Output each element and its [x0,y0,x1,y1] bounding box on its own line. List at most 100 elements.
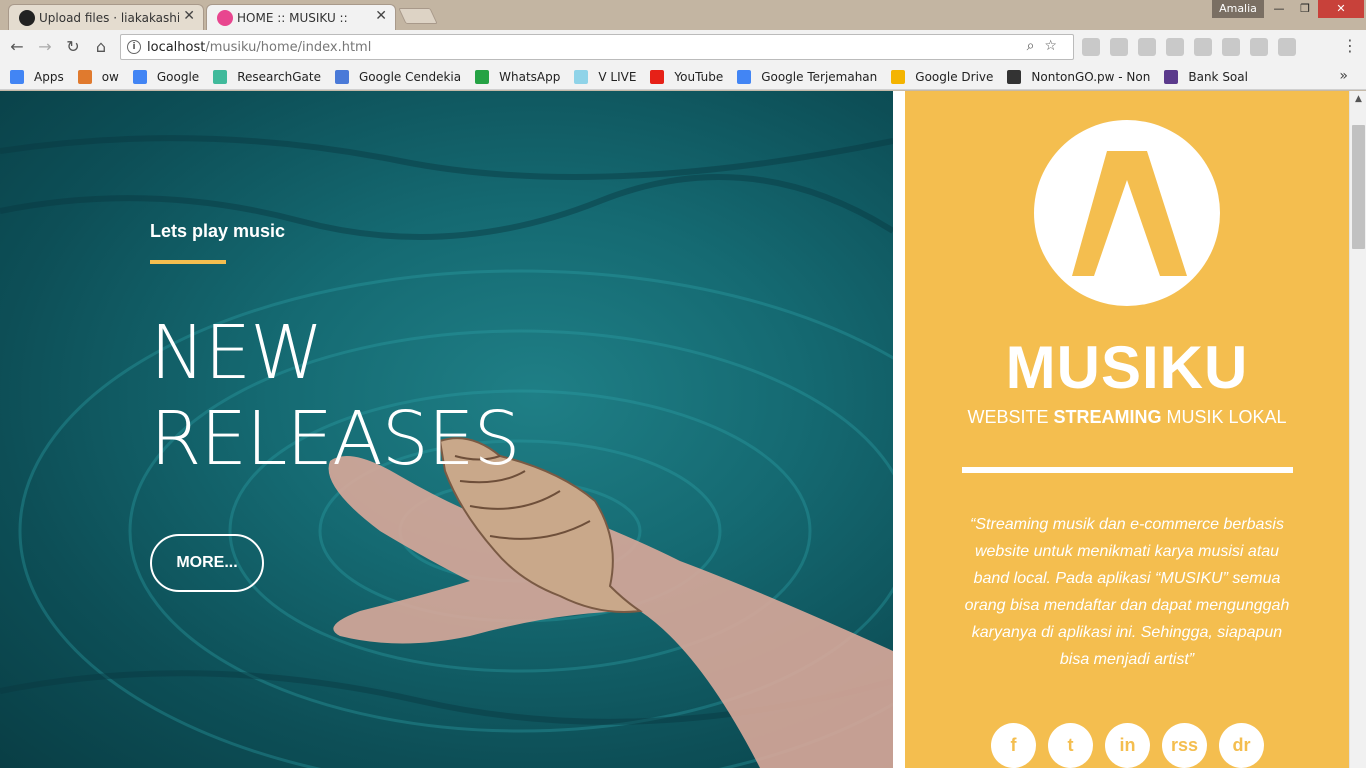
browser-toolbar: ← → ↻ ⌂ i localhost/musiku/home/index.ht… [0,30,1366,64]
extension-icons [1082,38,1296,56]
bookmark-label: Bank Soal [1188,69,1248,84]
bookmark-item[interactable]: Google [132,69,200,84]
brand-sidebar: MUSIKU WEBSITE STREAMING MUSIK LOKAL “St… [905,91,1349,768]
bookmark-item[interactable]: Google Cendekia [334,69,462,84]
tab-title: HOME :: MUSIKU :: [237,10,348,25]
bookmark-item[interactable]: ow [77,69,119,84]
rss-icon[interactable]: rss [1162,723,1207,768]
apps-grid-icon [10,69,24,84]
bookmark-item[interactable]: Bank Soal [1164,69,1248,84]
extension-icon[interactable] [1110,38,1128,56]
tab-musiku-home[interactable]: HOME :: MUSIKU :: ✕ [206,4,396,30]
back-icon[interactable]: ← [6,36,28,58]
tab-github-upload[interactable]: Upload files · liakakashi/A ✕ [8,4,204,30]
b-icon [1164,69,1179,84]
address-bar[interactable]: i localhost/musiku/home/index.html ⌕☆ [120,34,1074,60]
tagline-prefix: WEBSITE [967,407,1054,427]
bookmark-star-icon[interactable]: ⌕☆ [1027,38,1067,54]
sidebar-divider [962,467,1293,473]
window-close-button[interactable]: ✕ [1318,0,1364,18]
bookmark-item[interactable]: Apps [10,69,64,84]
scroll-thumb[interactable] [1352,125,1365,249]
bookmark-item[interactable]: NontonGO.pw - Non [1007,69,1151,84]
translate-icon [737,69,752,84]
browser-titlebar: Upload files · liakakashi/A ✕ HOME :: MU… [0,0,1366,30]
close-icon[interactable]: ✕ [375,8,387,24]
e-icon [77,69,92,84]
bookmark-label: ow [101,69,119,84]
more-bookmarks-icon[interactable]: » [1339,68,1348,84]
extension-icon[interactable] [1222,38,1240,56]
hero-content: Lets play music NEW RELEASES MORE... [150,221,520,592]
profile-button[interactable]: Amalia [1212,0,1264,18]
hero-section: Lets play music NEW RELEASES MORE... [0,91,893,768]
tagline-bold: STREAMING [1053,407,1162,427]
extension-icon[interactable] [1082,38,1100,56]
close-icon[interactable]: ✕ [183,8,195,24]
facebook-icon[interactable]: f [991,723,1036,768]
hero-title-line1: NEW [150,310,323,396]
info-icon[interactable]: i [127,40,141,54]
logo-a-icon [1072,151,1187,276]
new-tab-button[interactable] [398,8,438,24]
section-divider [893,91,905,768]
minimize-button[interactable]: — [1266,0,1292,18]
bookmark-label: NontonGO.pw - Non [1031,69,1151,84]
url-host: localhost [147,39,206,55]
bookmark-item[interactable]: V LIVE [574,69,637,84]
brand-title: MUSIKU [1005,334,1249,401]
linkedin-icon[interactable]: in [1105,723,1150,768]
vlive-icon [574,69,589,84]
more-button[interactable]: MORE... [150,534,264,592]
drive-icon [891,69,906,84]
extension-icon[interactable] [1194,38,1212,56]
tagline-suffix: MUSIK LOKAL [1161,407,1287,427]
bookmarks-bar: Apps ow Google ResearchGate Google Cendekia W… [0,64,1366,90]
social-links: f t in rss dr [991,723,1264,768]
scroll-up-icon[interactable]: ▲ [1350,91,1366,108]
menu-icon[interactable]: ⋮ [1342,36,1358,55]
bookmark-label: Apps [34,69,64,84]
bookmark-label: Google Terjemahan [761,69,878,84]
forward-icon[interactable]: → [34,36,56,58]
dribbble-icon[interactable]: dr [1219,723,1264,768]
brand-tagline: WEBSITE STREAMING MUSIK LOKAL [905,407,1349,428]
bookmark-label: V LIVE [598,69,637,84]
musiku-logo [1034,120,1220,306]
bookmark-item[interactable]: ResearchGate [213,69,321,84]
film-icon [1007,69,1022,84]
bookmark-item[interactable]: WhatsApp [475,69,561,84]
tab-title: Upload files · liakakashi/A [39,10,179,25]
bookmark-label: Google Cendekia [358,69,462,84]
page-scrollbar[interactable]: ▲ [1349,91,1366,768]
bookmark-label: Google Drive [915,69,994,84]
bookmark-label: ResearchGate [237,69,321,84]
page-viewport: Lets play music NEW RELEASES MORE... MUS… [0,91,1366,768]
google-icon [132,69,147,84]
whatsapp-icon [475,69,490,84]
extension-icon[interactable] [1166,38,1184,56]
url-path: /musiku/home/index.html [205,39,372,55]
bookmark-item[interactable]: YouTube [650,69,724,84]
researchgate-icon [213,69,228,84]
hero-title: NEW RELEASES [150,310,520,482]
home-icon[interactable]: ⌂ [90,36,112,58]
extension-icon[interactable] [1250,38,1268,56]
maximize-button[interactable]: ❐ [1292,0,1318,18]
github-icon [19,10,35,26]
reload-icon[interactable]: ↻ [62,36,84,58]
youtube-icon [650,69,665,84]
hero-title-line2: RELEASES [150,396,520,482]
bookmark-label: Google [156,69,200,84]
bookmark-item[interactable]: Google Terjemahan [737,69,878,84]
musiku-favicon-icon [217,10,233,26]
hero-tagline: Lets play music [150,221,286,241]
scholar-icon [334,69,349,84]
hero-underline [150,260,226,264]
bookmark-item[interactable]: Google Drive [891,69,994,84]
extension-icon[interactable] [1278,38,1296,56]
bookmark-label: YouTube [674,69,724,84]
twitter-icon[interactable]: t [1048,723,1093,768]
bookmark-label: WhatsApp [499,69,561,84]
extension-icon[interactable] [1138,38,1156,56]
